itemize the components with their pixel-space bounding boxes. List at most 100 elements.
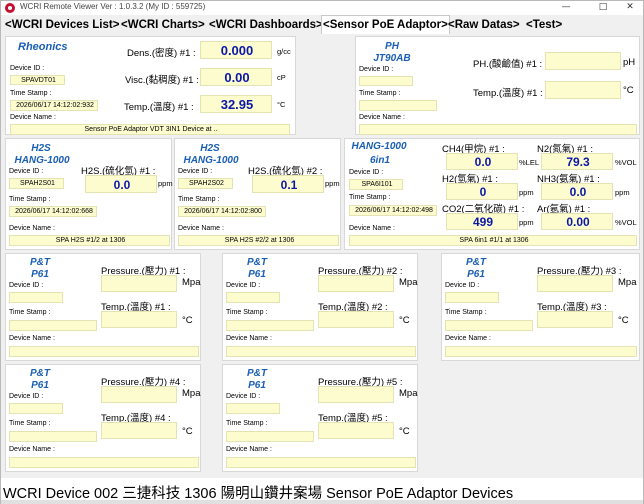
horizontal-scrollbar[interactable]	[1, 500, 643, 504]
h2s1-brand-line1: H2S	[31, 143, 51, 154]
pt4-temp-unit: °C	[182, 426, 193, 437]
pt1-pressure-value-box	[101, 275, 177, 292]
h2s2-brand-line1: H2S	[200, 143, 220, 154]
visc-value: 0.00	[224, 70, 250, 85]
rheonics-device-name-label: Device Name :	[10, 114, 56, 121]
pt3-brand-line1: P&T	[466, 257, 486, 268]
sixin1-brand-line2: 6in1	[369, 155, 390, 166]
sixin1-panel: HANG-1000 6in1 Device ID : SPA6I101 Time…	[344, 138, 640, 250]
pt2-pressure-unit: Mpa	[399, 277, 418, 288]
rheonics-device-name-field: Sensor PoE Adaptor VDT 3IN1 Device at ..	[10, 124, 290, 135]
pt3-time-stamp-label: Time Stamp :	[445, 309, 487, 316]
dens-unit: g/cc	[277, 47, 291, 56]
pt1-time-stamp-label: Time Stamp :	[9, 309, 51, 316]
pt1-device-id-field	[9, 292, 63, 303]
ph-panel: PH JT90AB Device ID : Time Stamp : Devic…	[355, 36, 640, 135]
close-button[interactable]: ✕	[619, 1, 641, 15]
pt2-device-name-label: Device Name :	[226, 335, 272, 342]
rheonics-device-id-field: SPAVDT01	[10, 75, 65, 85]
pt1-brand-line1: P&T	[30, 257, 50, 268]
pt4-pressure-unit: Mpa	[182, 388, 201, 399]
h2s2-device-name-field: SPA H2S #2/2 at 1306	[178, 235, 339, 246]
tab-sensor-poe-adaptor[interactable]: <Sensor PoE Adaptor>	[321, 15, 450, 34]
h2s1-unit: ppm	[158, 179, 173, 188]
tab-raw-datas[interactable]: <Raw Datas>	[447, 17, 521, 34]
tab-wcri-charts[interactable]: <WCRI Charts>	[120, 17, 206, 34]
rheonics-brand: Rheonics	[18, 41, 68, 53]
nh3-unit: ppm	[615, 188, 630, 197]
minimize-button[interactable]: —	[555, 1, 577, 15]
app-window: WCRI Remote Viewer Ver : 1.0.3.2 (My ID …	[0, 0, 644, 504]
pt3-temp-value-box	[537, 311, 613, 328]
n2-value: 79.3	[566, 155, 590, 169]
pt2-temp-unit: °C	[399, 315, 410, 326]
sixin1-device-name-field: SPA 6in1 #1/1 at 1306	[349, 235, 637, 246]
pt4-panel: P&T P61 Device ID : Time Stamp : Device …	[5, 364, 201, 472]
pt2-temp-value-box	[318, 311, 394, 328]
pt3-device-name-label: Device Name :	[445, 335, 491, 342]
ar-value: 0.00	[566, 215, 590, 229]
pt2-device-name-field	[226, 346, 416, 357]
pt2-time-stamp-field	[226, 320, 314, 331]
rheonics-time-stamp-field: 2026/06/17 14:12:02:932	[10, 100, 98, 111]
pt3-pressure-value-box	[537, 275, 613, 292]
dens-value-box: 0.000	[200, 41, 272, 59]
ph-value-label: PH.(酸鹼值) #1 :	[473, 59, 543, 70]
pt5-pressure-unit: Mpa	[399, 388, 418, 399]
pt4-time-stamp-label: Time Stamp :	[9, 420, 51, 427]
tab-wcri-devices-list[interactable]: <WCRI Devices List>	[4, 17, 120, 34]
pt4-device-name-label: Device Name :	[9, 446, 55, 453]
h2s2-device-id-label: Device ID :	[178, 168, 213, 175]
pt5-brand-line1: P&T	[247, 368, 267, 379]
h2s1-time-stamp-field: 2026/06/17 14:12:02:668	[9, 206, 97, 217]
ch4-value-box: 0.0	[446, 153, 518, 170]
h2s1-device-name-label: Device Name :	[9, 225, 55, 232]
nh3-value: 0.0	[569, 185, 587, 199]
pt4-device-name-field	[9, 457, 199, 468]
pt3-temp-unit: °C	[618, 315, 629, 326]
h2s1-brand-line2: HANG-1000	[14, 155, 70, 166]
pt5-panel: P&T P61 Device ID : Time Stamp : Device …	[222, 364, 418, 472]
visc-label: Visc.(黏稠度) #1 :	[125, 75, 199, 86]
h2s2-panel: H2S HANG-1000 Device ID : SPAH2S02 Time …	[174, 138, 341, 250]
sixin1-brand-line1: HANG-1000	[351, 141, 407, 152]
pt1-temp-unit: °C	[182, 315, 193, 326]
ph-time-stamp-label: Time Stamp :	[359, 90, 401, 97]
rheonics-temp-label: Temp.(溫度) #1 :	[124, 102, 194, 113]
co2-value-box: 499	[446, 213, 518, 230]
pt4-brand-line1: P&T	[30, 368, 50, 379]
tab-test[interactable]: <Test>	[525, 17, 563, 34]
rheonics-time-stamp-label: Time Stamp :	[10, 90, 52, 97]
pt2-device-id-label: Device ID :	[226, 282, 261, 289]
ch4-value: 0.0	[474, 155, 492, 169]
ar-unit: %VOL	[615, 218, 637, 227]
pt2-time-stamp-label: Time Stamp :	[226, 309, 268, 316]
pt1-time-stamp-field	[9, 320, 97, 331]
h2-unit: ppm	[519, 188, 534, 197]
ch4-unit: %LEL	[519, 158, 540, 167]
pt1-panel: P&T P61 Device ID : Time Stamp : Device …	[5, 253, 201, 361]
pt3-device-id-label: Device ID :	[445, 282, 480, 289]
h2s1-panel: H2S HANG-1000 Device ID : SPAH2S01 Time …	[5, 138, 173, 250]
ph-time-stamp-field	[359, 100, 437, 111]
pt4-pressure-value-box	[101, 386, 177, 403]
sixin1-time-stamp-label: Time Stamp :	[349, 194, 391, 201]
ph-brand-line2: JT90AB	[373, 53, 411, 64]
co2-unit: ppm	[519, 218, 534, 227]
ph-temp-label: Temp.(溫度) #1 :	[473, 88, 543, 99]
h2s2-value: 0.1	[280, 178, 298, 192]
dens-label: Dens.(密度) #1 :	[127, 48, 196, 59]
rheonics-panel: Rheonics Device ID : SPAVDT01 Time Stamp…	[5, 36, 296, 135]
pt3-panel: P&T P61 Device ID : Time Stamp : Device …	[441, 253, 640, 361]
visc-value-box: 0.00	[200, 68, 272, 86]
tab-wcri-dashboards[interactable]: <WCRI Dashboards>	[208, 17, 324, 34]
pt2-brand-line2: P61	[248, 269, 266, 280]
pt1-pressure-unit: Mpa	[182, 277, 201, 288]
maximize-button[interactable]: □	[592, 1, 614, 15]
pt3-device-id-field	[445, 292, 499, 303]
pt5-temp-value-box	[318, 422, 394, 439]
pt4-device-id-field	[9, 403, 63, 414]
sensor-panels-area: Rheonics Device ID : SPAVDT01 Time Stamp…	[2, 34, 643, 478]
ph-brand-line1: PH	[385, 41, 399, 52]
pt5-device-name-label: Device Name :	[226, 446, 272, 453]
